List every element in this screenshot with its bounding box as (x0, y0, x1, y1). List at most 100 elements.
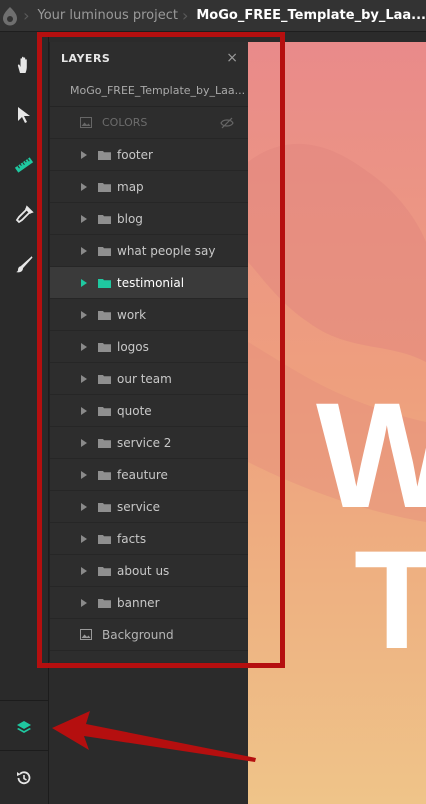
folder-icon (98, 471, 111, 480)
folder-icon (98, 343, 111, 352)
layers-panel: LAYERS × MoGo_FREE_Template_by_Laa... CO… (49, 42, 248, 662)
hand-tool-button[interactable] (0, 43, 48, 87)
layer-row[interactable]: logos (50, 331, 248, 363)
layer-name: what people say (117, 243, 216, 258)
layer-name: about us (117, 563, 170, 578)
image-icon (80, 117, 92, 128)
layer-name: feauture (117, 467, 168, 482)
close-icon[interactable]: × (226, 50, 238, 66)
layer-row[interactable]: our team (50, 363, 248, 395)
folder-icon (98, 535, 111, 544)
ruler-icon (14, 157, 34, 173)
layer-row[interactable]: feauture (50, 459, 248, 491)
brush-icon (16, 256, 33, 273)
colors-label: COLORS (102, 116, 148, 129)
expand-caret-icon[interactable] (81, 246, 87, 255)
folder-icon (98, 215, 111, 224)
eyedropper-icon (15, 205, 34, 224)
image-icon (80, 629, 92, 640)
expand-caret-icon[interactable] (81, 406, 87, 415)
design-canvas[interactable]: W T (248, 42, 426, 804)
layer-row[interactable]: service (50, 491, 248, 523)
chevron-right-icon: › (23, 6, 30, 25)
expand-caret-icon[interactable] (81, 214, 87, 223)
layer-name: footer (117, 147, 153, 162)
layer-list: footer map blog what people say testimonial w… (50, 139, 248, 619)
folder-icon (98, 439, 111, 448)
layer-row[interactable]: map (50, 171, 248, 203)
expand-caret-icon[interactable] (81, 342, 87, 351)
folder-icon (98, 311, 111, 320)
folder-icon (98, 407, 111, 416)
folder-icon (98, 279, 111, 288)
colors-row[interactable]: COLORS (50, 107, 248, 139)
layer-name: banner (117, 595, 160, 610)
folder-icon (98, 247, 111, 256)
expand-caret-icon[interactable] (81, 566, 87, 575)
layer-name: work (117, 307, 147, 322)
layer-name: blog (117, 211, 143, 226)
ruler-tool-button[interactable] (0, 143, 48, 187)
chevron-right-icon: › (181, 6, 189, 25)
pointer-tool-button[interactable] (0, 93, 48, 137)
hero-heading-line-1: W (316, 371, 426, 539)
history-icon (17, 771, 31, 785)
layer-row[interactable]: blog (50, 203, 248, 235)
layer-row[interactable]: what people say (50, 235, 248, 267)
toolbar-divider (0, 700, 48, 701)
layers-toggle-button[interactable] (0, 706, 48, 750)
eyedropper-tool-button[interactable] (0, 193, 48, 237)
breadcrumb-file[interactable]: MoGo_FREE_Template_by_Laa... (196, 8, 426, 23)
toolbar-divider (0, 750, 48, 751)
folder-icon (98, 503, 111, 512)
breadcrumb: › Your luminous project › MoGo_FREE_Temp… (19, 6, 426, 25)
hand-icon (17, 56, 27, 73)
expand-caret-icon[interactable] (81, 534, 87, 543)
layer-row[interactable]: work (50, 299, 248, 331)
layers-project-name[interactable]: MoGo_FREE_Template_by_Laa... (50, 74, 248, 107)
expand-caret-icon[interactable] (81, 278, 87, 287)
layer-name: map (117, 179, 144, 194)
layer-name: service (117, 499, 160, 514)
canvas-gap (248, 32, 426, 42)
expand-caret-icon[interactable] (81, 470, 87, 479)
folder-icon (98, 375, 111, 384)
layers-panel-title: LAYERS (61, 51, 111, 65)
history-button[interactable] (0, 756, 48, 800)
expand-caret-icon[interactable] (81, 438, 87, 447)
expand-caret-icon[interactable] (81, 182, 87, 191)
hero-heading-line-2: T (354, 521, 426, 678)
layers-panel-header: LAYERS × (50, 42, 248, 74)
layer-name: logos (117, 339, 149, 354)
folder-icon (98, 151, 111, 160)
expand-caret-icon[interactable] (81, 502, 87, 511)
top-bar: › Your luminous project › MoGo_FREE_Temp… (0, 0, 426, 32)
background-row[interactable]: Background (50, 619, 248, 651)
layer-row[interactable]: quote (50, 395, 248, 427)
pointer-icon (18, 107, 30, 123)
layer-row[interactable]: banner (50, 587, 248, 619)
expand-caret-icon[interactable] (81, 374, 87, 383)
app-logo[interactable] (0, 0, 19, 31)
layer-row[interactable]: footer (50, 139, 248, 171)
app-logo-icon (2, 6, 17, 25)
folder-icon (98, 567, 111, 576)
layer-row[interactable]: about us (50, 555, 248, 587)
folder-icon (98, 183, 111, 192)
breadcrumb-project[interactable]: Your luminous project (38, 8, 178, 23)
visibility-off-icon[interactable] (220, 117, 234, 129)
expand-caret-icon[interactable] (81, 598, 87, 607)
folder-icon (98, 599, 111, 608)
expand-caret-icon[interactable] (81, 310, 87, 319)
layer-name: our team (117, 371, 172, 386)
layer-row[interactable]: testimonial (50, 267, 248, 299)
layer-row[interactable]: facts (50, 523, 248, 555)
layer-name: quote (117, 403, 152, 418)
layer-row[interactable]: service 2 (50, 427, 248, 459)
brush-tool-button[interactable] (0, 243, 48, 287)
layer-name: testimonial (117, 275, 185, 290)
left-toolbar (0, 32, 49, 804)
layer-name: facts (117, 531, 147, 546)
layer-name: service 2 (117, 435, 172, 450)
expand-caret-icon[interactable] (81, 150, 87, 159)
